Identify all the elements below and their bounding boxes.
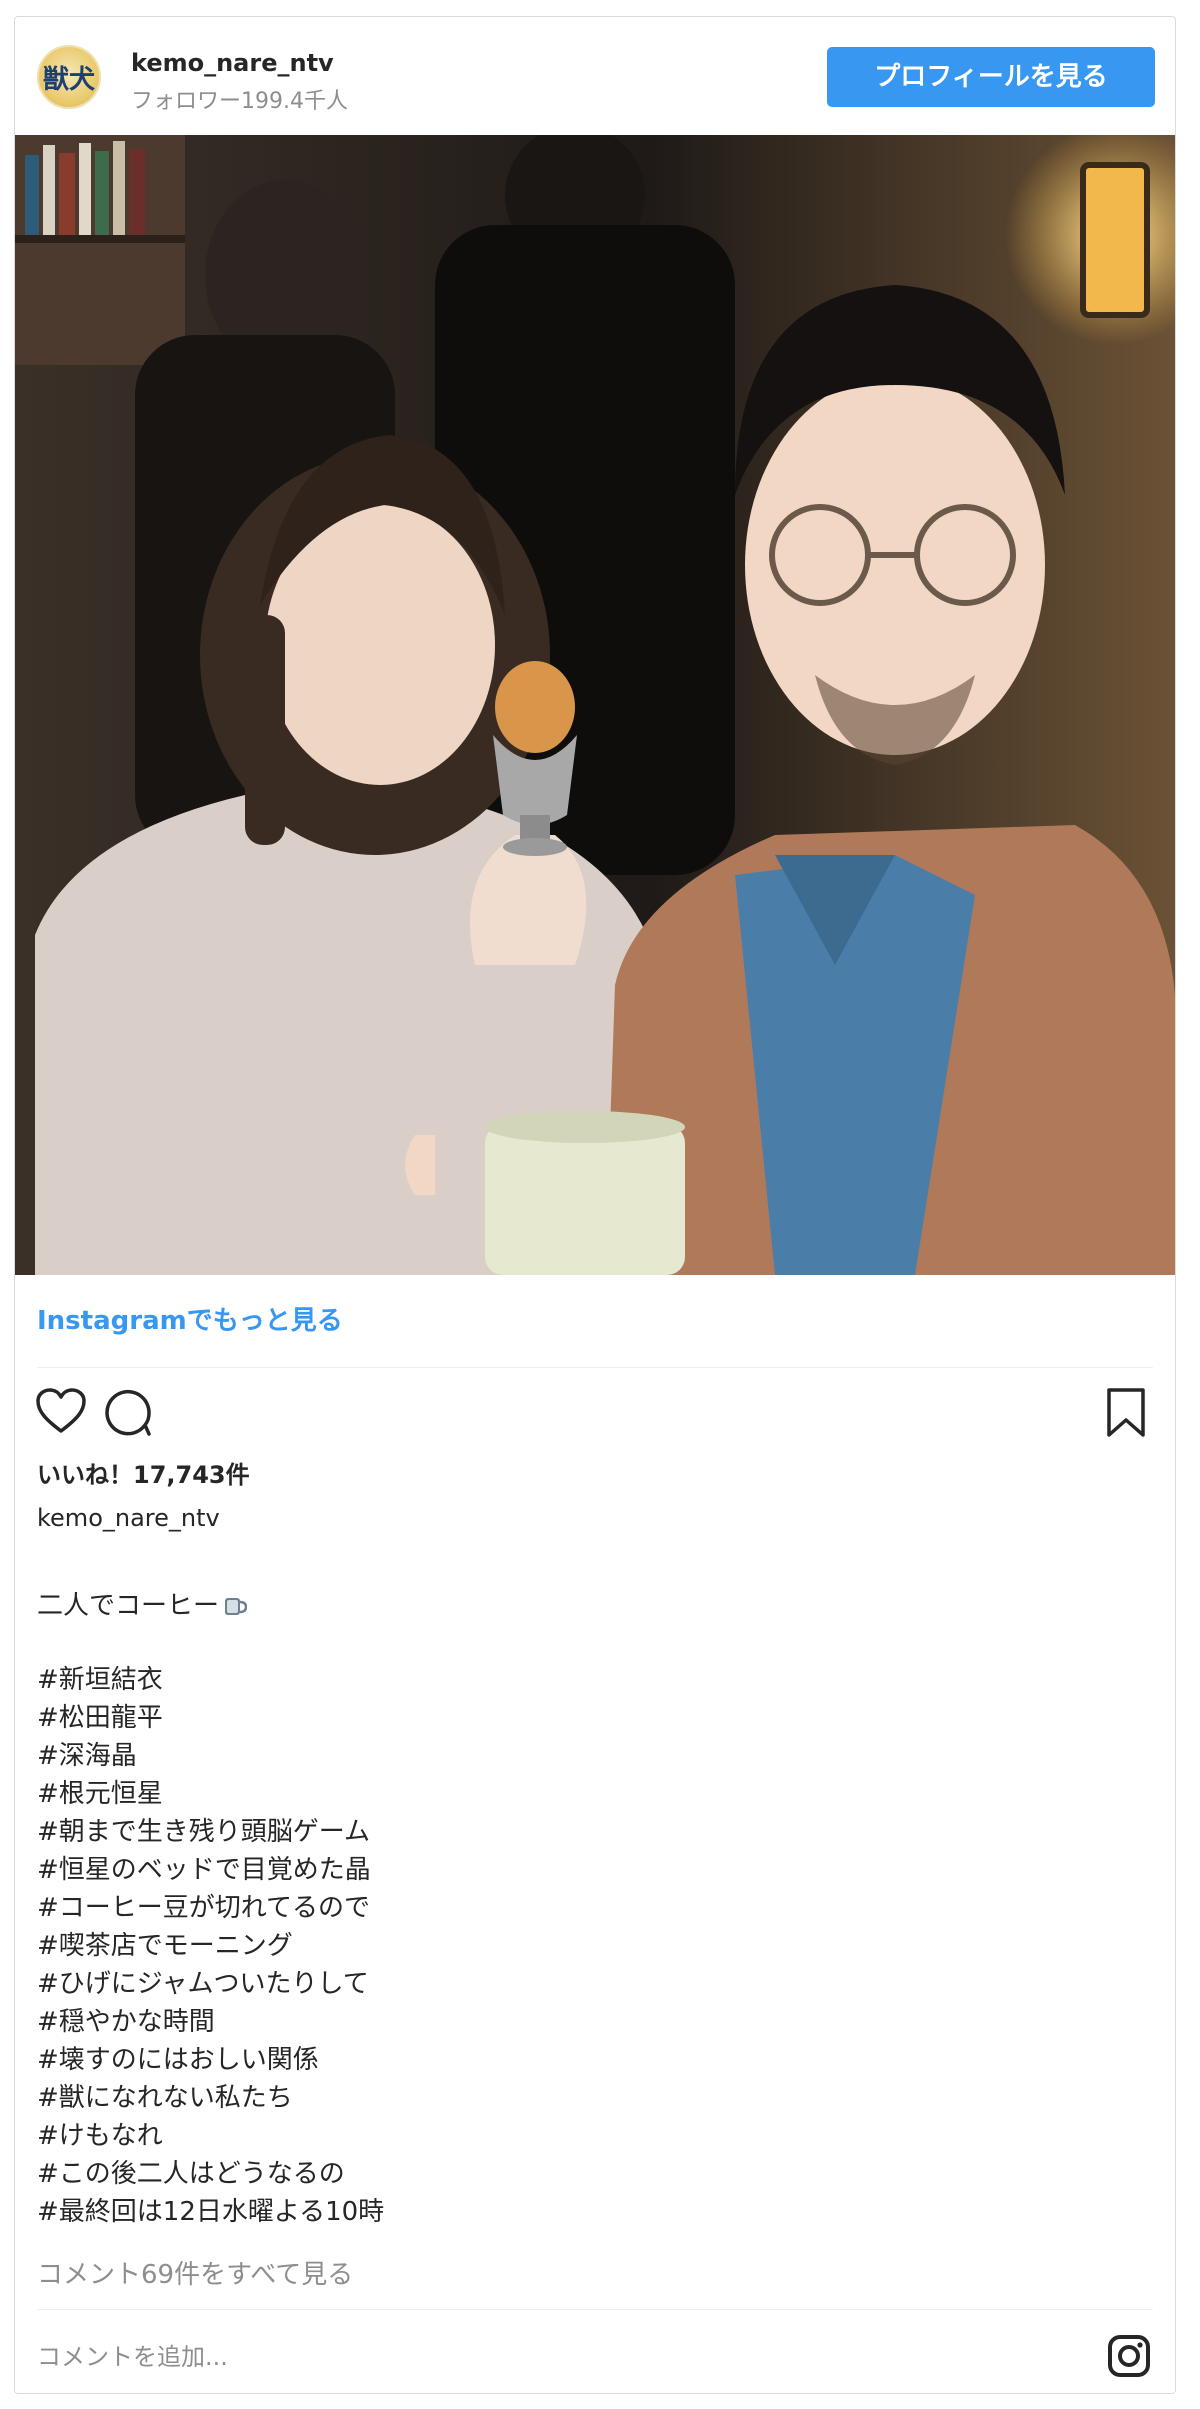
comment-input[interactable] xyxy=(37,2343,1037,2371)
post-photo[interactable] xyxy=(15,135,1175,1275)
divider xyxy=(37,1367,1153,1368)
avatar[interactable]: 獣犬 xyxy=(37,45,101,109)
caption-text-line: 二人でコーヒー xyxy=(37,1585,248,1622)
like-count[interactable]: いいね！17,743件 xyxy=(37,1455,250,1490)
hashtag[interactable]: #朝まで生き残り頭脳ゲーム xyxy=(37,1813,384,1851)
heart-icon[interactable] xyxy=(35,1387,87,1439)
hashtag[interactable]: #最終回は12日水曜よる10時 xyxy=(37,2193,384,2231)
hashtag[interactable]: #恒星のベッドで目覚めた晶 xyxy=(37,1851,384,1889)
hashtag[interactable]: #喫茶店でモーニング xyxy=(37,1927,384,1965)
username[interactable]: kemo_nare_ntv xyxy=(131,49,334,77)
instagram-icon[interactable] xyxy=(1107,2334,1151,2382)
hashtag-list: #新垣結衣 #松田龍平 #深海晶 #根元恒星 #朝まで生き残り頭脳ゲーム #恒星… xyxy=(37,1661,384,2231)
bookmark-icon[interactable] xyxy=(1105,1387,1147,1443)
view-all-comments-link[interactable]: コメント69件をすべて見る xyxy=(37,2254,353,2291)
hashtag[interactable]: #新垣結衣 xyxy=(37,1661,384,1699)
mug-icon xyxy=(225,1598,248,1615)
photo-illustration xyxy=(15,135,1175,1275)
hashtag[interactable]: #松田龍平 xyxy=(37,1699,384,1737)
hashtag[interactable]: #穏やかな時間 xyxy=(37,2003,384,2041)
divider xyxy=(37,2309,1153,2310)
comment-icon[interactable] xyxy=(101,1387,153,1441)
caption-text: 二人でコーヒー xyxy=(37,1591,220,1621)
hashtag[interactable]: #けもなれ xyxy=(37,2117,384,2155)
hashtag[interactable]: #壊すのにはおしい関係 xyxy=(37,2041,384,2079)
view-profile-button[interactable]: プロフィールを見る xyxy=(827,47,1155,107)
view-more-on-instagram-link[interactable]: Instagramでもっと見る xyxy=(37,1300,343,1337)
hashtag[interactable]: #コーヒー豆が切れてるので xyxy=(37,1889,384,1927)
hashtag[interactable]: #この後二人はどうなるの xyxy=(37,2155,384,2193)
avatar-logo-text: 獣犬 xyxy=(42,65,95,95)
hashtag[interactable]: #ひげにジャムついたりして xyxy=(37,1965,384,2003)
post-header: 獣犬 kemo_nare_ntv フォロワー199.4千人 プロフィールを見る xyxy=(15,17,1175,135)
instagram-embed-card: 獣犬 kemo_nare_ntv フォロワー199.4千人 プロフィールを見る xyxy=(14,16,1176,2394)
follower-count: フォロワー199.4千人 xyxy=(131,89,348,114)
hashtag[interactable]: #獣になれない私たち xyxy=(37,2079,384,2117)
hashtag[interactable]: #根元恒星 xyxy=(37,1775,384,1813)
hashtag[interactable]: #深海晶 xyxy=(37,1737,384,1775)
caption-username[interactable]: kemo_nare_ntv xyxy=(37,1504,220,1532)
